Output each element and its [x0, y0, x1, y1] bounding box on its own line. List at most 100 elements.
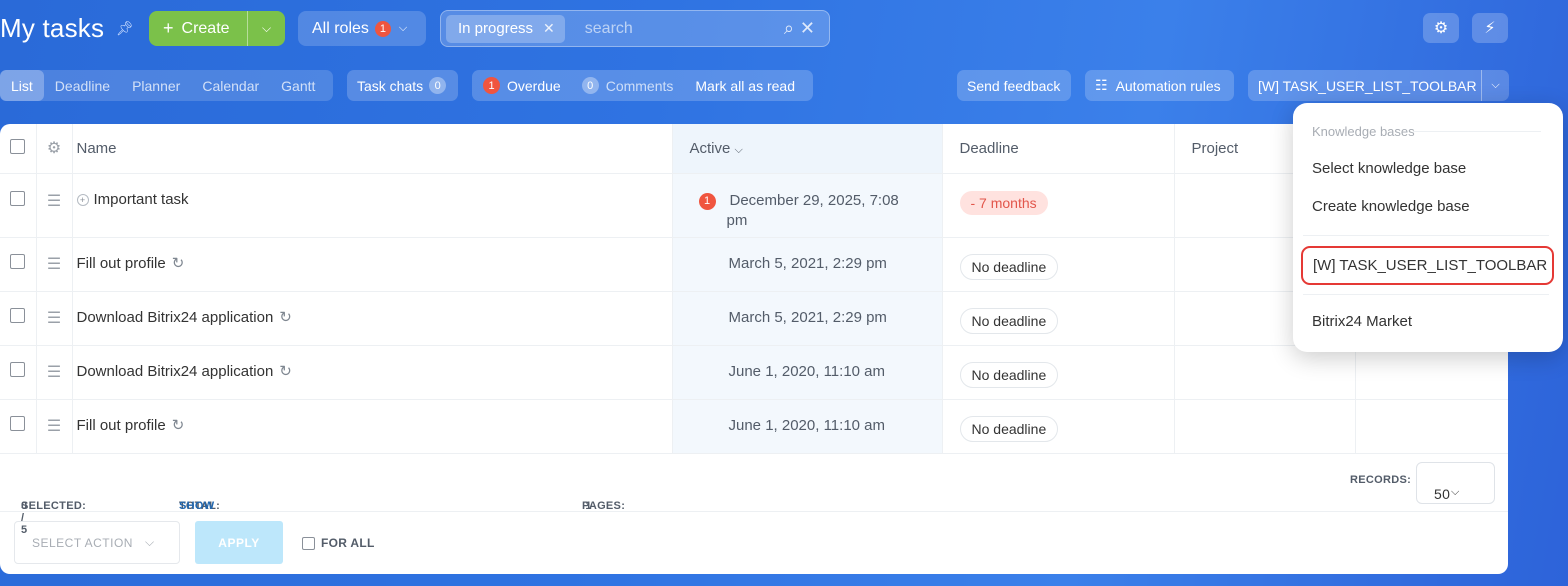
for-all-option[interactable]: FOR ALL — [302, 536, 375, 550]
divider — [1303, 235, 1549, 236]
comments-link[interactable]: Comments — [606, 78, 674, 94]
active-date: June 1, 2020, 11:10 am — [728, 416, 886, 434]
menu-item-create-kb[interactable]: Create knowledge base — [1312, 198, 1470, 215]
action-panel: SELECT ACTION ⌵ APPLY FOR ALL — [0, 512, 1508, 574]
records-value: 50 — [1434, 486, 1451, 502]
menu-section-header: Knowledge bases — [1312, 124, 1415, 139]
search-filter-box[interactable]: In progress ✕ ⌕ ✕ — [440, 10, 830, 47]
tab-planner[interactable]: Planner — [121, 70, 191, 101]
deadline-badge[interactable]: No deadline — [959, 307, 1059, 334]
header: My tasks 📌︎ — [0, 10, 134, 46]
chevron-down-icon[interactable]: ⌵ — [1481, 70, 1509, 101]
search-input[interactable] — [584, 19, 765, 38]
active-date: March 5, 2021, 2:29 pm — [728, 254, 887, 272]
send-feedback-button[interactable]: Send feedback — [957, 70, 1071, 101]
select-all-cell — [0, 124, 37, 174]
create-main[interactable]: + Create — [149, 11, 247, 46]
tab-gantt[interactable]: Gantt — [270, 70, 326, 101]
row-checkbox[interactable] — [10, 307, 26, 323]
for-all-checkbox[interactable] — [302, 536, 315, 550]
plus-icon: + — [163, 18, 174, 38]
pages-counter: PAGES: 1 — [582, 500, 626, 512]
tab-deadline[interactable]: Deadline — [44, 70, 121, 101]
chevron-down-icon[interactable]: ⌵ — [247, 11, 285, 46]
grid-footer: SELECTED: 0 / 5 TOTAL: SHOW PAGES: 1 REC… — [0, 454, 1508, 536]
active-date: December 29, 2025, 7:08 — [729, 191, 899, 209]
clear-icon[interactable]: ✕ — [800, 18, 815, 39]
records-select[interactable]: 50 ⌵ — [1416, 462, 1495, 504]
col-name[interactable]: Name — [72, 124, 673, 174]
row-counter: 1 — [698, 192, 716, 210]
toolbar-dropdown-menu: Knowledge bases Select knowledge base Cr… — [1293, 103, 1563, 352]
page-title: My tasks — [0, 12, 105, 43]
overdue-link[interactable]: Overdue — [507, 78, 561, 94]
row-checkbox[interactable] — [10, 253, 26, 269]
filter-chip[interactable]: In progress ✕ — [446, 14, 565, 43]
col-deadline[interactable]: Deadline — [942, 124, 1175, 174]
row-checkbox[interactable] — [10, 361, 26, 377]
tab-calendar[interactable]: Calendar — [191, 70, 270, 101]
automation-rules-button[interactable]: ☷ Automation rules — [1085, 70, 1234, 101]
task-chats-button[interactable]: Task chats 0 — [347, 70, 458, 101]
task-name-cell[interactable]: Fill out profile ↻ — [72, 237, 673, 292]
drag-handle-icon[interactable]: ☰ — [36, 173, 73, 238]
expand-icon[interactable]: + — [76, 193, 89, 206]
repeat-icon: ↻ — [279, 362, 292, 380]
create-label: Create — [181, 19, 230, 37]
deadline-badge[interactable]: No deadline — [959, 415, 1059, 442]
lightning-icon[interactable]: ⚡︎ — [1472, 13, 1508, 43]
deadline-badge[interactable]: No deadline — [959, 361, 1059, 388]
row-checkbox[interactable] — [10, 415, 26, 431]
records-label: RECORDS: — [1350, 474, 1412, 486]
task-name-cell[interactable]: Fill out profile ↻ — [72, 399, 673, 454]
search-icon[interactable]: ⌕ — [784, 18, 794, 39]
drag-handle-icon[interactable]: ☰ — [36, 345, 73, 400]
menu-item-select-kb[interactable]: Select knowledge base — [1312, 160, 1466, 177]
close-icon[interactable]: ✕ — [543, 20, 555, 37]
select-all-checkbox[interactable] — [10, 138, 26, 154]
menu-item-toolbar-highlighted[interactable]: [W] TASK_USER_LIST_TOOLBAR — [1301, 246, 1554, 285]
task-name-cell[interactable]: Download Bitrix24 application ↻ — [72, 291, 673, 346]
task-name-cell[interactable]: Download Bitrix24 application ↻ — [72, 345, 673, 400]
tab-list[interactable]: List — [0, 70, 44, 101]
select-action-label: SELECT ACTION — [32, 535, 133, 550]
gear-icon[interactable]: ⚙ — [1423, 13, 1459, 43]
task-name[interactable]: Download Bitrix24 application — [77, 309, 274, 326]
divider — [1413, 131, 1541, 132]
deadline-badge[interactable]: - 7 months — [959, 190, 1048, 215]
row-checkbox[interactable] — [10, 190, 26, 206]
table-row[interactable]: ☰ Download Bitrix24 application ↻ June 1,… — [0, 345, 1508, 400]
deadline-badge[interactable]: No deadline — [959, 253, 1059, 280]
apply-button[interactable]: APPLY — [195, 521, 283, 564]
create-button[interactable]: + Create ⌵ — [149, 11, 285, 46]
repeat-icon: ↻ — [171, 416, 185, 434]
sort-chevron-icon: ⌵ — [734, 143, 743, 156]
drag-handle-icon[interactable]: ☰ — [36, 291, 73, 346]
task-name[interactable]: Fill out profile — [77, 255, 166, 272]
table-row[interactable]: ☰ + Important task 1 December 29, 2025, 7… — [0, 173, 1508, 238]
task-name[interactable]: Important task — [94, 191, 189, 208]
overdue-counter: 1 — [483, 77, 500, 94]
task-name[interactable]: Download Bitrix24 application — [77, 363, 274, 380]
chevron-down-icon: ⌵ — [398, 22, 408, 34]
table-row[interactable]: ☰ Download Bitrix24 application ↻ March 5… — [0, 291, 1508, 346]
counters-bar: 1 Overdue 0 Comments Mark all as read — [472, 70, 813, 101]
for-all-label: FOR ALL — [321, 536, 375, 550]
table-row[interactable]: ☰ Fill out profile ↻ March 5, 2021, 2:29 … — [0, 237, 1508, 292]
roles-button[interactable]: All roles 1 ⌵ — [298, 11, 426, 46]
pin-icon[interactable]: 📌︎ — [116, 20, 134, 37]
drag-handle-icon[interactable]: ☰ — [36, 237, 73, 292]
menu-item-market[interactable]: Bitrix24 Market — [1312, 313, 1412, 330]
settings-icon[interactable]: ⚙ — [36, 124, 73, 174]
drag-handle-icon[interactable]: ☰ — [36, 399, 73, 454]
col-active[interactable]: Active ⌵ — [672, 124, 943, 174]
show-total-link[interactable]: SHOW — [179, 500, 214, 512]
toolbar-menu-button[interactable]: [W] TASK_USER_LIST_TOOLBAR ⌵ — [1248, 70, 1509, 101]
task-chats-label: Task chats — [357, 77, 424, 94]
task-name-cell[interactable]: + Important task — [72, 173, 673, 238]
task-name[interactable]: Fill out profile — [77, 417, 166, 434]
select-action-dropdown[interactable]: SELECT ACTION ⌵ — [14, 521, 180, 564]
roles-counter: 1 — [374, 20, 391, 37]
table-row[interactable]: ☰ Fill out profile ↻ June 1, 2020, 11:10 … — [0, 399, 1508, 454]
mark-all-read-link[interactable]: Mark all as read — [695, 78, 795, 94]
